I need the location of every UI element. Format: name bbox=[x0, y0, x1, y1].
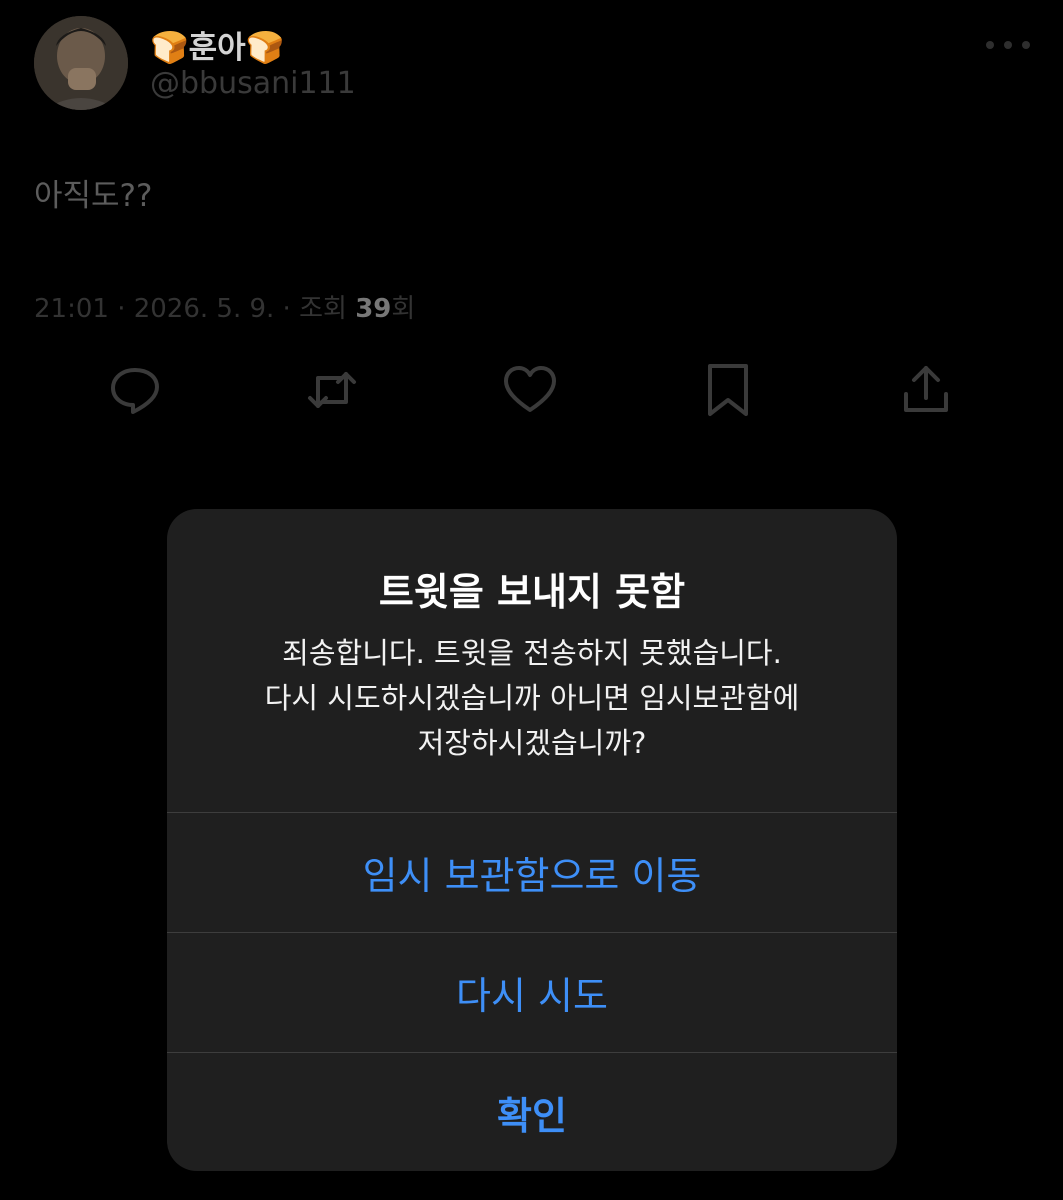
alert-message-line: 다시 시도하시겠습니까 아니면 임시보관함에 bbox=[264, 681, 800, 715]
avatar-image bbox=[34, 16, 128, 110]
tweet-meta: 21:01 · 2026. 5. 9. · 조회 39회 bbox=[34, 288, 415, 325]
reply-icon[interactable] bbox=[107, 362, 163, 418]
retweet-icon[interactable] bbox=[304, 362, 360, 418]
bookmark-icon[interactable] bbox=[700, 362, 756, 418]
alert-message-line: 죄송합니다. 트윗을 전송하지 못했습니다. bbox=[282, 636, 782, 670]
alert-message: 죄송합니다. 트윗을 전송하지 못했습니다. 다시 시도하시겠습니까 아니면 임… bbox=[207, 631, 857, 766]
ok-button[interactable]: 확인 bbox=[167, 1052, 897, 1171]
author-display-name[interactable]: 🍞훈아🍞 bbox=[150, 22, 284, 67]
send-failed-alert: 트윗을 보내지 못함 죄송합니다. 트윗을 전송하지 못했습니다. 다시 시도하… bbox=[167, 509, 897, 1171]
tweet-timestamp: 21:01 · 2026. 5. 9. · 조회 bbox=[34, 294, 356, 324]
author-handle[interactable]: @bbusani111 bbox=[150, 66, 356, 101]
like-icon[interactable] bbox=[502, 362, 558, 418]
view-count: 39 bbox=[355, 294, 392, 324]
tweet-detail-screen: 🍞훈아🍞 @bbusani111 아직도?? 21:01 · 2026. 5. … bbox=[0, 0, 1063, 1200]
tweet-text: 아직도?? bbox=[34, 178, 153, 214]
alert-message-line: 저장하시겠습니까? bbox=[417, 726, 647, 760]
retry-button[interactable]: 다시 시도 bbox=[167, 932, 897, 1051]
alert-title: 트윗을 보내지 못함 bbox=[378, 570, 686, 614]
more-options-icon[interactable] bbox=[986, 30, 1030, 60]
view-suffix: 회 bbox=[391, 294, 416, 324]
avatar[interactable] bbox=[34, 16, 128, 110]
move-to-drafts-button[interactable]: 임시 보관함으로 이동 bbox=[167, 812, 897, 931]
share-icon[interactable] bbox=[898, 362, 954, 418]
tweet-actions-bar bbox=[0, 362, 1063, 422]
